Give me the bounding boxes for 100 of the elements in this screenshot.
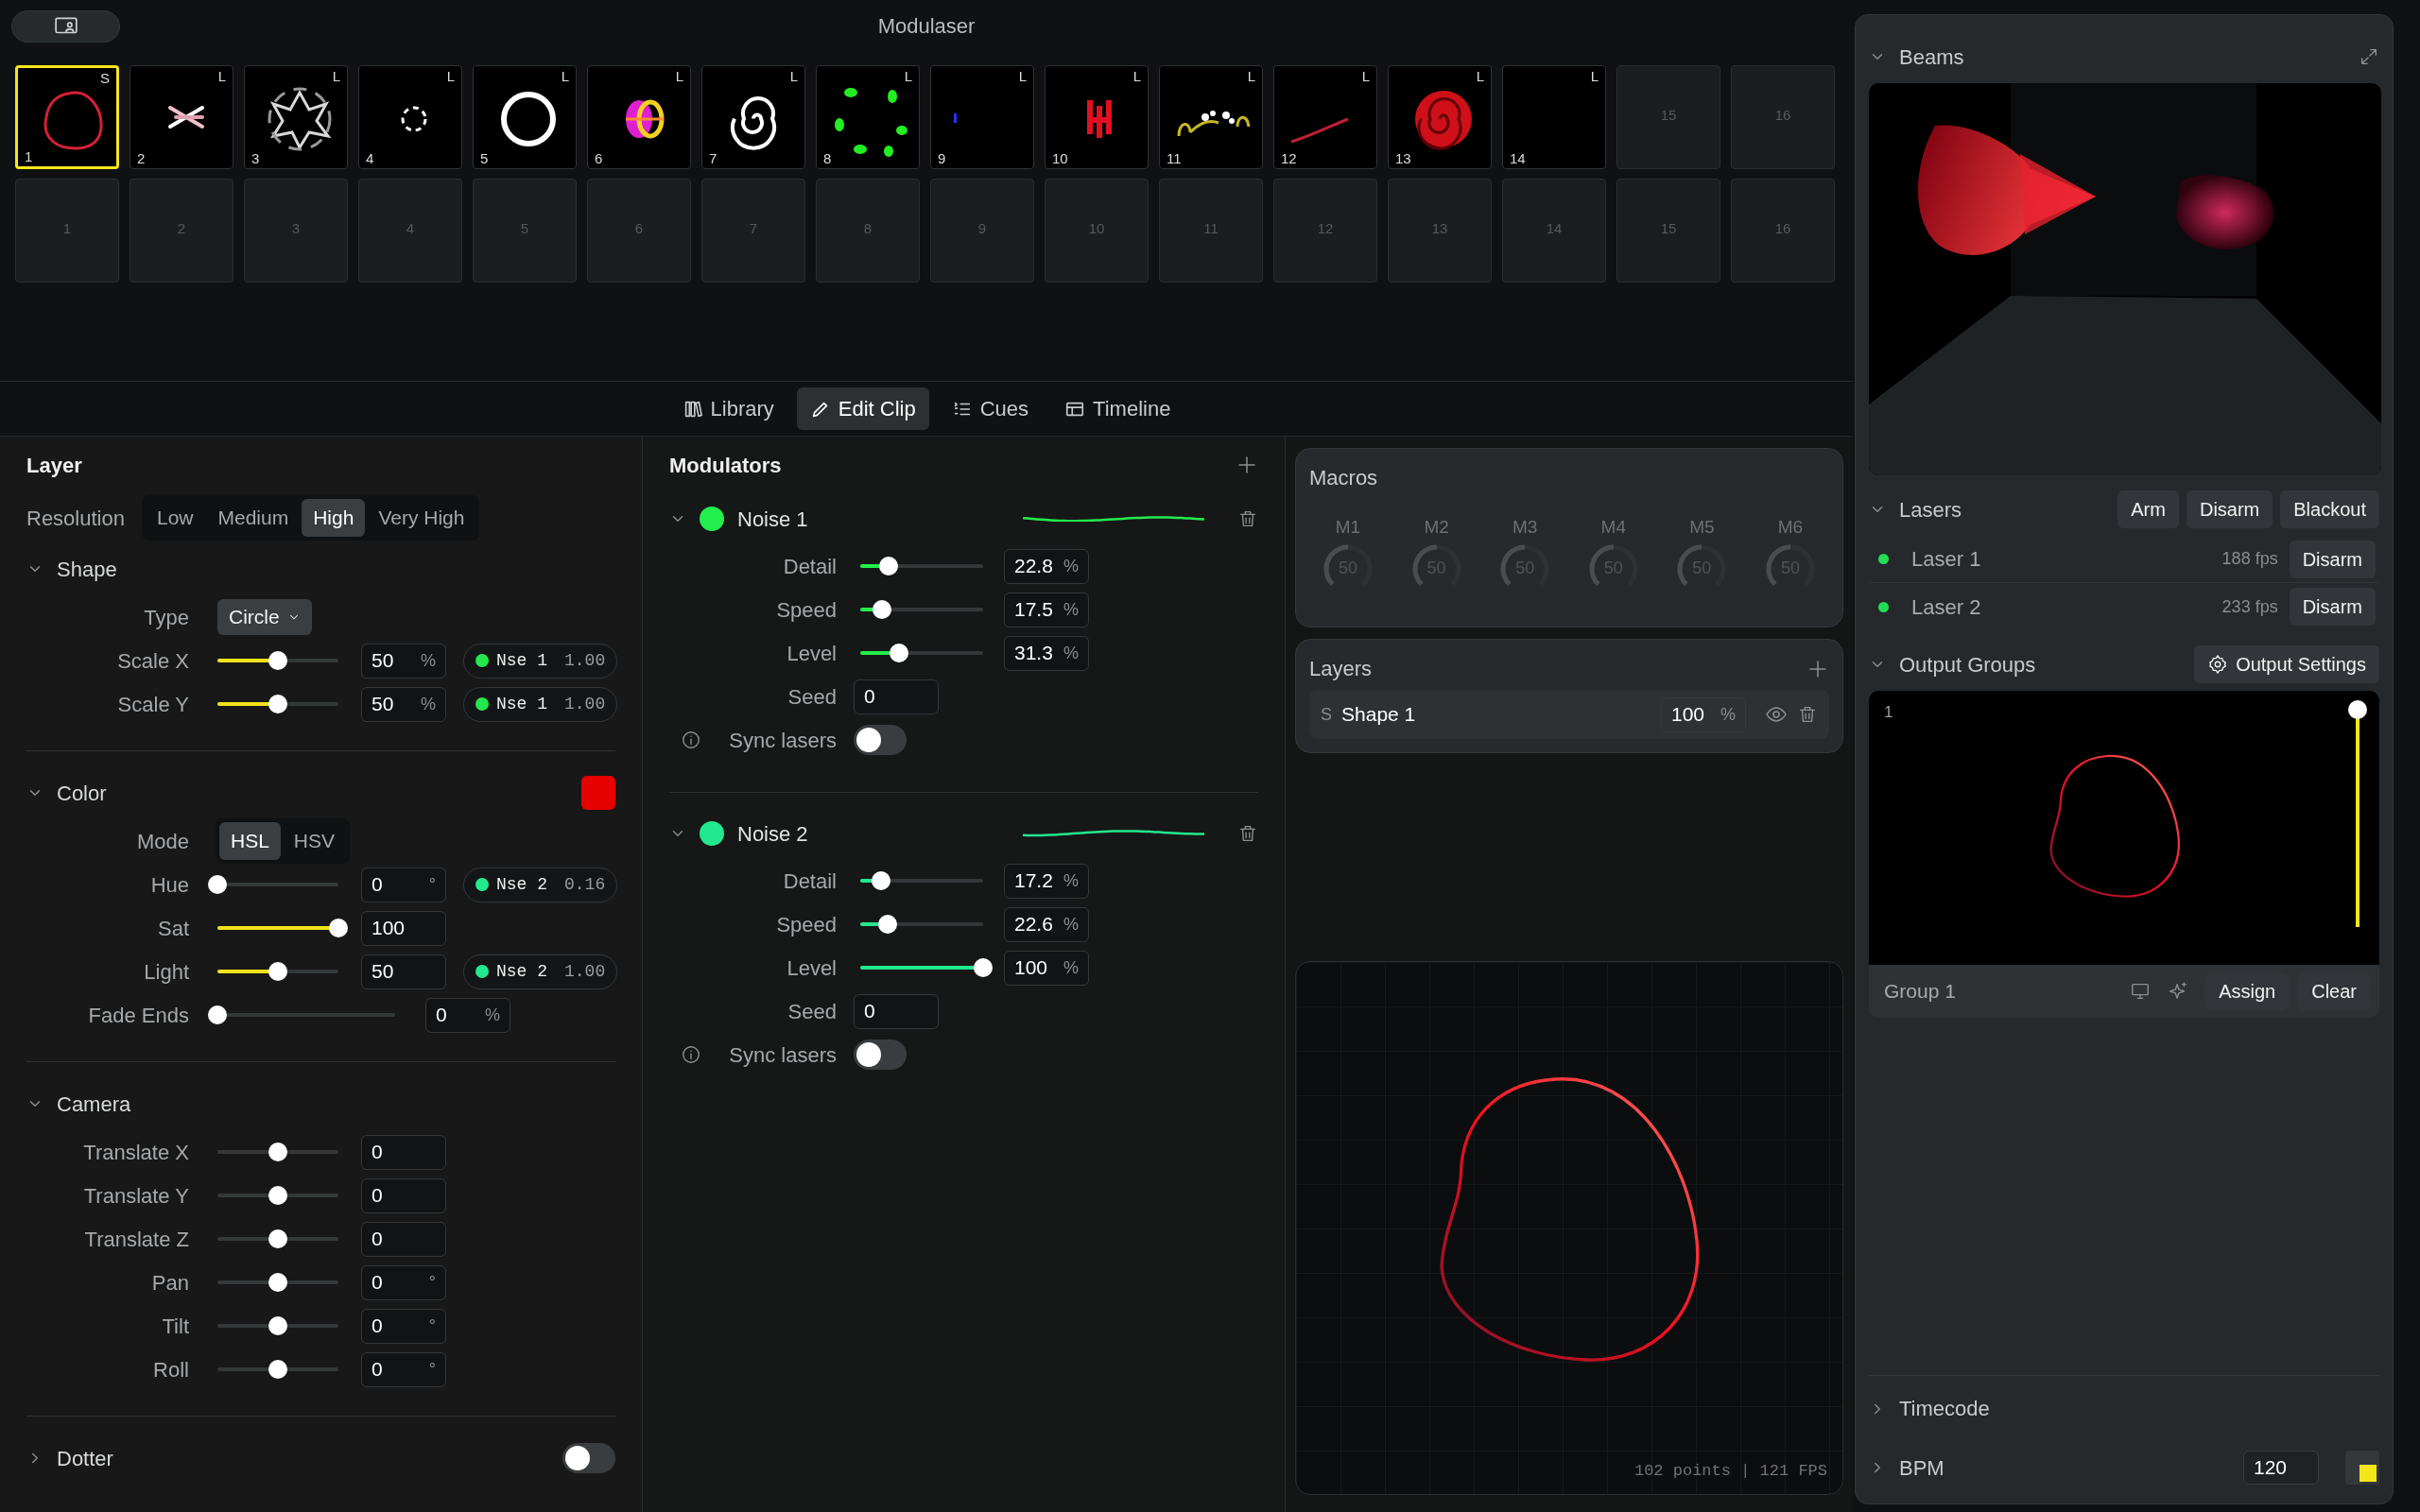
delete-button[interactable] [1237, 508, 1258, 529]
number-field[interactable]: 22.8 % [1004, 548, 1089, 584]
monitor-button[interactable] [2130, 981, 2152, 1002]
slider-thumb[interactable] [974, 958, 993, 977]
disarm-button[interactable]: Disarm [2289, 540, 2376, 578]
trash-icon [1237, 508, 1258, 529]
clip-slot[interactable]: 4 L [358, 65, 462, 169]
segment-option[interactable]: High [302, 499, 366, 537]
settings-button[interactable]: Output Settings [2194, 645, 2379, 683]
number-field[interactable]: 0 [361, 1177, 446, 1213]
segment-option[interactable]: Very High [367, 499, 476, 537]
tab[interactable]: Timeline [1051, 387, 1184, 430]
fps-reading: 188 fps [2221, 548, 2278, 570]
add-button[interactable] [1236, 454, 1258, 476]
number-field[interactable]: 100 % [1661, 696, 1746, 732]
toggle-switch[interactable] [854, 725, 907, 755]
clip-slot[interactable]: 14 L [1502, 65, 1606, 169]
modulation-chip[interactable]: Nse 2 0.16 [463, 867, 618, 902]
clip-slot[interactable]: 8 L [816, 65, 920, 169]
number-field[interactable]: 50 [361, 954, 446, 989]
color-swatch[interactable] [581, 776, 615, 810]
tab[interactable]: Cues [938, 387, 1043, 430]
slider-thumb[interactable] [268, 1316, 287, 1335]
number-field[interactable]: 0 % [425, 997, 510, 1033]
layer-row[interactable]: S Shape 1 100 % [1309, 690, 1829, 739]
clip-slot[interactable]: 2 L [130, 65, 233, 169]
number-field[interactable]: 17.2 % [1004, 863, 1089, 899]
slider-thumb[interactable] [268, 695, 287, 713]
segment-option[interactable]: HSL [219, 822, 281, 860]
slider-thumb[interactable] [872, 600, 891, 619]
dropdown[interactable]: Circle [217, 599, 312, 635]
slider-thumb[interactable] [889, 644, 908, 662]
clip-slot[interactable]: 12 L [1273, 65, 1377, 169]
delete-button[interactable] [1237, 823, 1258, 844]
number-field[interactable]: 0 [361, 1221, 446, 1257]
slider-thumb[interactable] [268, 1273, 287, 1292]
clip-type-label: L [1361, 69, 1370, 83]
number-field[interactable]: 100 [361, 910, 446, 946]
clip-slot[interactable]: 6 L [587, 65, 691, 169]
clip-slot[interactable]: 9 L [930, 65, 1034, 169]
clip-slot[interactable]: 11 L [1159, 65, 1263, 169]
slider-thumb[interactable] [268, 1143, 287, 1161]
info-icon [681, 730, 701, 750]
modulation-chip[interactable]: Nse 1 1.00 [463, 643, 618, 679]
slider-thumb[interactable] [2348, 700, 2367, 719]
number-field[interactable]: 0 [854, 993, 939, 1029]
slider-thumb[interactable] [268, 651, 287, 670]
slider-thumb[interactable] [208, 875, 227, 894]
clip-slot[interactable]: 5 L [473, 65, 577, 169]
modulation-chip[interactable]: Nse 1 1.00 [463, 686, 618, 722]
clip-slot[interactable]: 13 L [1388, 65, 1492, 169]
toggle-switch[interactable] [854, 1040, 907, 1070]
number-field[interactable]: 0 ° [361, 1308, 446, 1344]
number-field[interactable]: 0 [854, 679, 939, 714]
number-field[interactable]: 100 % [1004, 950, 1089, 986]
segment-option[interactable]: HSV [282, 822, 347, 860]
clip-number: 8 [862, 221, 873, 235]
sparkle-button[interactable] [2168, 981, 2189, 1002]
slider-thumb[interactable] [268, 1229, 287, 1248]
knob-label: M2 [1424, 516, 1449, 539]
group-name: Group 1 [1884, 979, 1956, 1005]
segment-option[interactable]: Medium [206, 499, 301, 537]
action-button[interactable]: Arm [2118, 490, 2179, 528]
number-field[interactable]: 50 % [361, 643, 446, 679]
number-field[interactable]: 0 ° [361, 867, 446, 902]
field-label: Hue [149, 871, 189, 899]
account-button[interactable] [11, 9, 120, 43]
action-button[interactable]: Disarm [2186, 490, 2273, 528]
slider-thumb[interactable] [208, 1005, 227, 1024]
modulation-chip[interactable]: Nse 2 1.00 [463, 954, 618, 989]
action-button[interactable]: Assign [2205, 972, 2290, 1010]
clip-slot[interactable]: 1 S [15, 65, 119, 169]
number-field[interactable]: 31.3 % [1004, 635, 1089, 671]
expand-button[interactable] [2359, 46, 2379, 67]
slider-thumb[interactable] [329, 919, 348, 937]
slider-thumb[interactable] [268, 962, 287, 981]
number-field[interactable]: 50 % [361, 686, 446, 722]
tab[interactable]: Library [668, 387, 787, 430]
slider-thumb[interactable] [268, 1186, 287, 1205]
field-label: Speed [775, 911, 837, 938]
number-field[interactable]: 0 ° [361, 1264, 446, 1300]
clip-slot[interactable]: 7 L [701, 65, 805, 169]
bpm-field[interactable]: 120 [2243, 1451, 2319, 1485]
action-button[interactable]: Clear [2298, 972, 2370, 1010]
number-field[interactable]: 0 [361, 1134, 446, 1170]
disarm-button[interactable]: Disarm [2289, 588, 2376, 626]
segment-option[interactable]: Low [145, 499, 205, 537]
number-field[interactable]: 0 ° [361, 1351, 446, 1387]
toggle-switch[interactable] [562, 1443, 615, 1473]
clip-slot[interactable]: 10 L [1045, 65, 1149, 169]
slider-thumb[interactable] [268, 1360, 287, 1379]
clip-slot[interactable]: 3 L [244, 65, 348, 169]
tab[interactable]: Edit Clip [796, 387, 929, 430]
slider-thumb[interactable] [872, 871, 891, 890]
slider-thumb[interactable] [878, 915, 898, 934]
action-button[interactable]: Blackout [2280, 490, 2379, 528]
number-field[interactable]: 22.6 % [1004, 906, 1089, 942]
delete-button[interactable] [1797, 704, 1818, 725]
slider-thumb[interactable] [878, 557, 898, 576]
number-field[interactable]: 17.5 % [1004, 592, 1089, 627]
